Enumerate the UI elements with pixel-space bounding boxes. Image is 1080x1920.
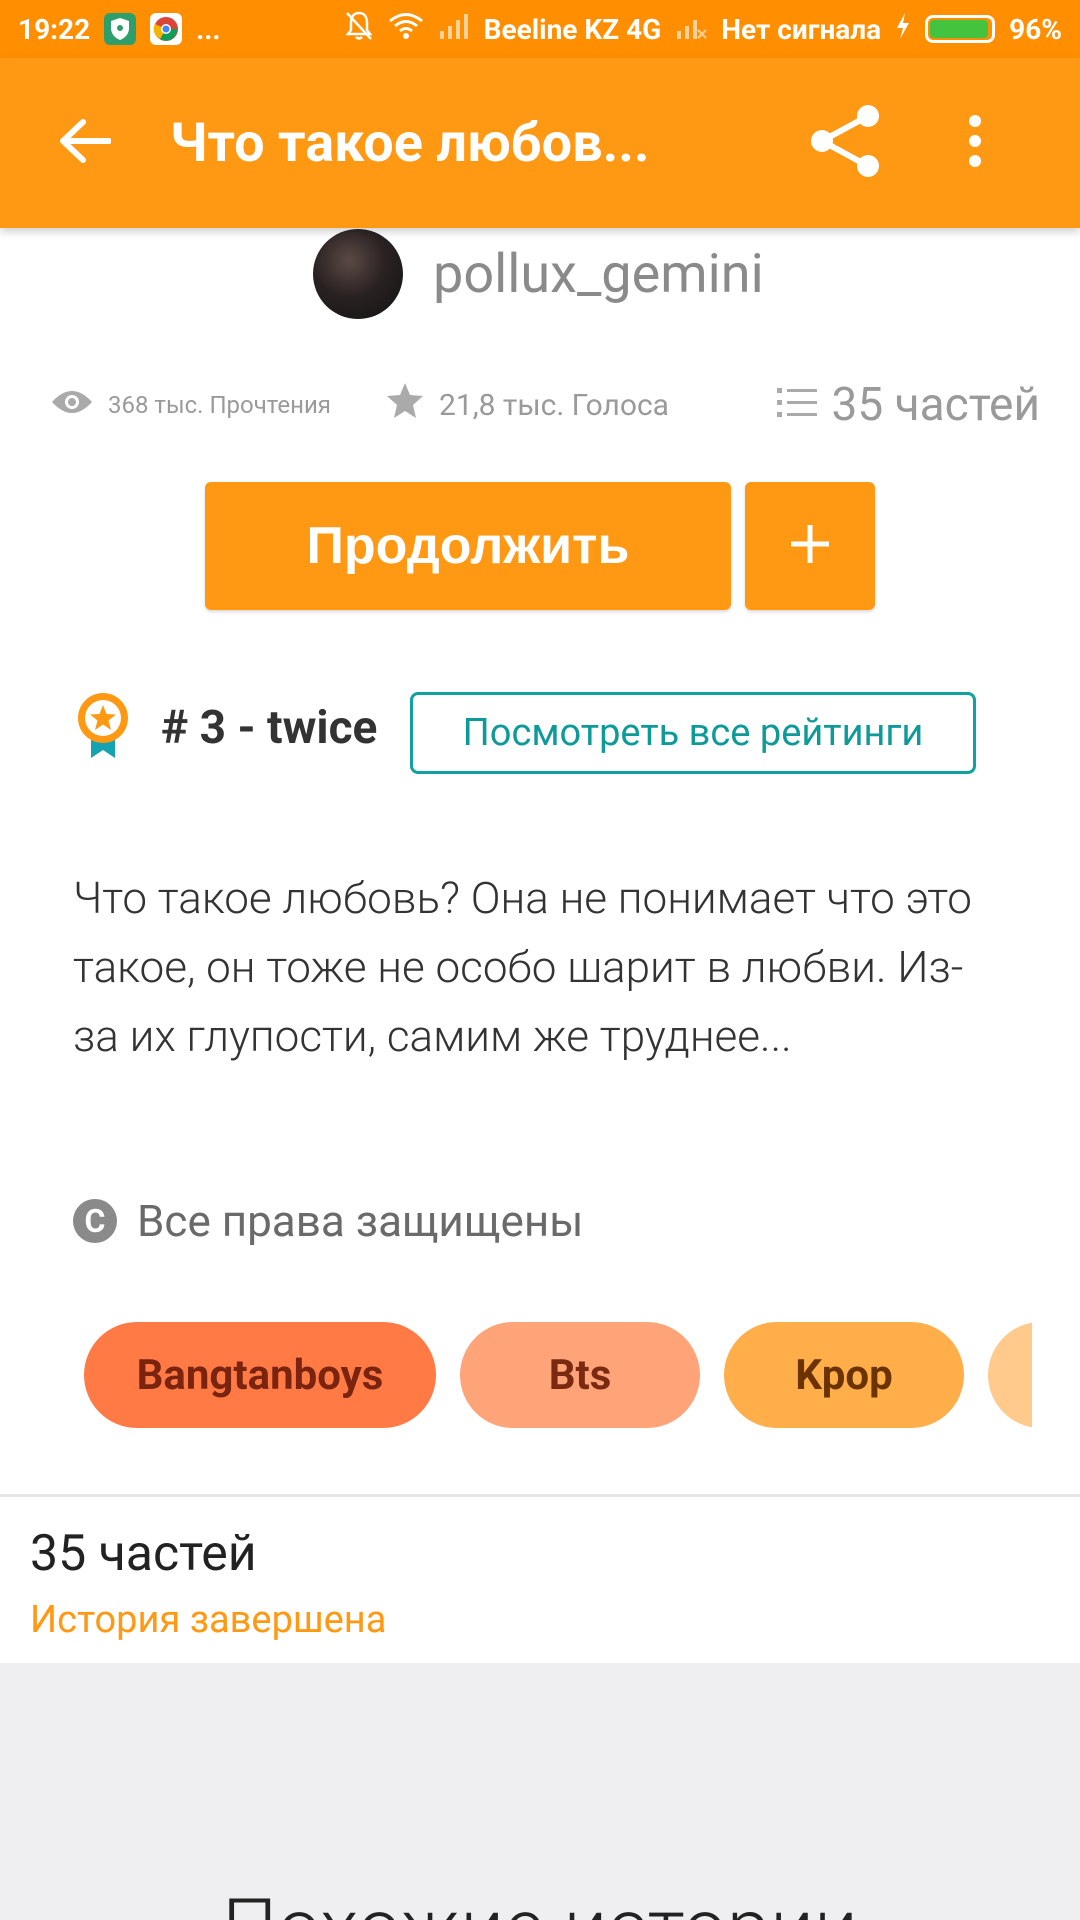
section-divider — [0, 1494, 1080, 1497]
votes-stat: 21,8 тыс. Голоса — [385, 382, 669, 428]
wifi-icon — [388, 12, 424, 47]
copyright-label: Все права защищены — [137, 1195, 584, 1247]
reads-count: 368 тыс. Прочтения — [108, 391, 331, 419]
copyright-row: C Все права защищены — [73, 1195, 583, 1247]
battery-fill — [930, 20, 988, 38]
copyright-icon: C — [73, 1199, 117, 1243]
similar-stories-title: Похожие истории — [0, 1883, 1080, 1920]
add-to-library-button[interactable] — [745, 482, 875, 610]
charging-icon — [895, 12, 911, 47]
list-icon — [777, 378, 818, 432]
parts-stat[interactable]: 35 частей — [777, 378, 1040, 432]
tag-chip[interactable]: Kpop — [724, 1322, 964, 1428]
battery-icon — [925, 15, 996, 43]
continue-reading-button[interactable]: Продолжить — [205, 482, 731, 610]
star-icon — [385, 382, 425, 428]
clock: 19:22 — [18, 12, 91, 46]
votes-count: 21,8 тыс. Голоса — [438, 387, 669, 423]
tag-chip[interactable] — [988, 1322, 1032, 1428]
battery-percent: 96% — [1009, 12, 1062, 46]
eye-icon — [50, 388, 94, 422]
parts-count[interactable]: 35 частей — [30, 1525, 257, 1583]
author-row[interactable]: pollux_gemini — [313, 228, 764, 320]
status-bar: 19:22 ... Beeline KZ 4G Нет сигнала 96% — [0, 0, 1080, 58]
view-all-rankings-button[interactable]: Посмотреть все рейтинги — [410, 692, 976, 774]
rank-label: # 3 - twice — [161, 701, 378, 755]
more-vertical-icon — [968, 115, 982, 171]
arrow-left-icon — [59, 119, 112, 167]
tag-chip[interactable]: Bts — [460, 1322, 700, 1428]
share-button[interactable] — [770, 58, 920, 228]
ranking-row: # 3 - twice — [75, 692, 377, 764]
status-bar-right: Beeline KZ 4G Нет сигнала 96% — [344, 10, 1062, 49]
parts-count-stat: 35 частей — [831, 378, 1040, 432]
ranking-medal-icon — [75, 692, 131, 764]
plus-icon — [789, 523, 831, 569]
app-toolbar: Что такое любов... — [0, 58, 1080, 228]
author-name[interactable]: pollux_gemini — [433, 243, 764, 306]
story-description: Что такое любовь? Она не понимает что эт… — [73, 872, 972, 1062]
reads-stat: 368 тыс. Прочтения — [50, 388, 331, 422]
chrome-icon — [150, 13, 183, 45]
no-signal-icon — [675, 13, 707, 46]
share-icon — [808, 104, 882, 182]
vpn-shield-icon — [104, 13, 137, 45]
author-avatar[interactable] — [313, 229, 403, 319]
no-signal-label: Нет сигнала — [721, 12, 882, 46]
status-bar-left: 19:22 ... — [18, 13, 221, 46]
story-stats: 368 тыс. Прочтения 21,8 тыс. Голоса 35 ч… — [50, 375, 1040, 435]
signal-icon — [438, 13, 470, 46]
back-button[interactable] — [0, 58, 170, 228]
story-status: История завершена — [30, 1598, 387, 1642]
carrier-label: Beeline KZ 4G — [483, 12, 662, 46]
tag-chip[interactable]: Bangtanboys — [84, 1322, 436, 1428]
tag-list: Bangtanboys Bts Kpop — [84, 1322, 1032, 1428]
more-options-button[interactable] — [920, 58, 1030, 228]
similar-stories-section: Похожие истории — [0, 1663, 1080, 1920]
notification-overflow: ... — [196, 12, 221, 46]
mute-bell-icon — [344, 10, 374, 49]
story-title: Что такое любов... — [170, 111, 650, 175]
